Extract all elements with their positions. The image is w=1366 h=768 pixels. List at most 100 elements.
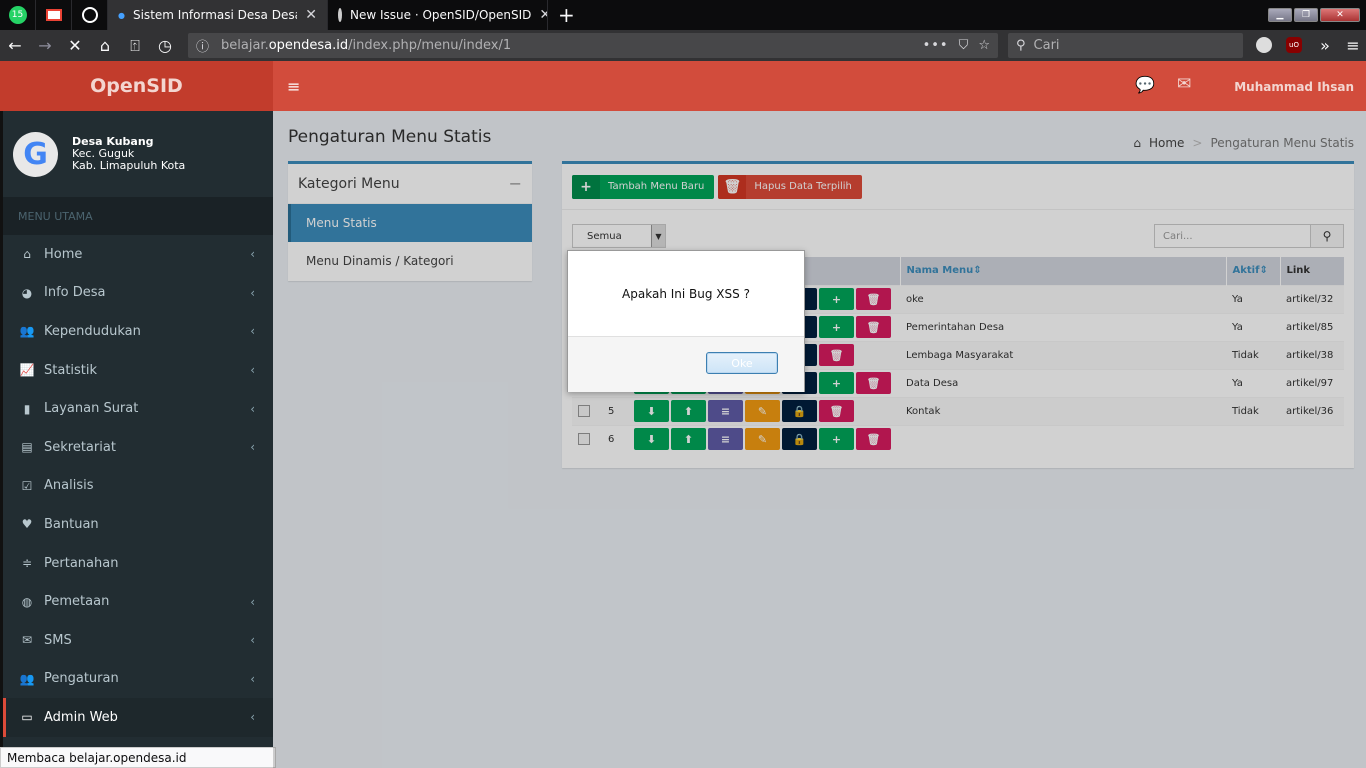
alert-dialog: Apakah Ini Bug XSS ? Oke: [567, 250, 805, 392]
envelope-icon[interactable]: ✉: [1177, 74, 1191, 94]
user-info: Desa Kubang Kec. Guguk Kab. Limapuluh Ko…: [72, 136, 185, 172]
stop-button[interactable]: ✕: [60, 31, 90, 61]
history-icon[interactable]: ◷: [150, 31, 180, 61]
sidebar-item-label: Info Desa: [44, 285, 106, 301]
pinned-tab-github[interactable]: [72, 0, 108, 30]
sidebar-item-label: Kependudukan: [44, 323, 141, 339]
sidebar-item-label: Home: [44, 246, 83, 262]
library-icon[interactable]: ⍐: [120, 31, 150, 61]
users-icon: 👥: [19, 324, 35, 339]
app-header: ≡ 💬 ✉ Muhammad Ihsan: [273, 61, 1366, 111]
ublock-icon[interactable]: uO: [1286, 37, 1302, 53]
tab-new-issue[interactable]: New Issue · OpenSID/OpenSID ✕: [328, 0, 548, 30]
url-bar[interactable]: ⓘ belajar. opendesa.id/index.php/menu/ind…: [188, 33, 998, 58]
tab-title: Sistem Informasi Desa Desa Kub: [132, 8, 297, 22]
overflow-menu-icon[interactable]: »: [1310, 30, 1340, 60]
sidebar-item-home[interactable]: ⌂ Home ‹: [3, 235, 273, 274]
pinned-tab-whatsapp[interactable]: 15: [0, 0, 36, 30]
search-placeholder: Cari: [1033, 38, 1060, 53]
archive-icon: ▤: [21, 440, 33, 455]
sidebar-item-admin-web[interactable]: ▭ Admin Web ‹: [3, 698, 273, 737]
new-tab-button[interactable]: +: [548, 0, 585, 30]
sidebar-item-layanan-surat[interactable]: ▮ Layanan Surat ‹: [3, 389, 273, 428]
sidebar-item-pemetaan[interactable]: ◍ Pemetaan ‹: [3, 582, 273, 621]
sidebar-item-kependudukan[interactable]: 👥 Kependudukan ‹: [3, 312, 273, 351]
sidebar-item-label: SMS: [44, 632, 72, 648]
chevron-left-icon: ‹: [250, 710, 255, 725]
chevron-left-icon: ‹: [250, 324, 255, 339]
dashboard-icon: ◕: [21, 285, 33, 300]
pocket-icon[interactable]: ⛉: [959, 38, 969, 53]
browser-status-bar: Membaca belajar.opendesa.id: [0, 747, 276, 768]
sidebar-item-bantuan[interactable]: ♥ Bantuan: [3, 505, 273, 544]
heart-icon: ♥: [21, 517, 33, 532]
forward-button[interactable]: →: [30, 31, 60, 61]
sidebar-item-label: Sekretariat: [44, 439, 116, 455]
extension-icon[interactable]: [1256, 37, 1272, 53]
chevron-left-icon: ‹: [250, 401, 255, 416]
sidebar-item-statistik[interactable]: 📈 Statistik ‹: [3, 351, 273, 390]
sidebar: G Desa Kubang Kec. Guguk Kab. Limapuluh …: [0, 111, 273, 768]
chevron-left-icon: ‹: [250, 247, 255, 262]
close-tab-icon[interactable]: ✕: [539, 7, 547, 23]
user-name[interactable]: Muhammad Ihsan: [1234, 80, 1354, 94]
github-icon: [81, 7, 98, 23]
app-logo[interactable]: OpenSID: [0, 61, 273, 111]
close-window-button[interactable]: ✕: [1320, 8, 1360, 22]
sidebar-item-label: Pemetaan: [44, 594, 110, 610]
sidebar-toggle-icon[interactable]: ≡: [287, 77, 300, 96]
sidebar-item-label: Bantuan: [44, 516, 99, 532]
browser-search-input[interactable]: ⚲ Cari: [1008, 33, 1243, 58]
chevron-left-icon: ‹: [250, 671, 255, 686]
sidebar-item-label: Statistik: [44, 362, 98, 378]
users-icon: 👥: [19, 671, 35, 686]
bookmark-star-icon[interactable]: ☆: [978, 38, 990, 53]
chevron-left-icon: ‹: [250, 363, 255, 378]
search-icon: ⚲: [1016, 38, 1026, 53]
avatar: G: [13, 131, 58, 177]
page-actions-icon[interactable]: •••: [923, 38, 949, 53]
book-icon: ▮: [23, 401, 31, 416]
home-icon[interactable]: ⌂: [90, 31, 120, 61]
close-tab-icon[interactable]: ✕: [305, 7, 317, 23]
envelope-icon: ✉: [21, 633, 33, 648]
sidebar-item-pengaturan[interactable]: 👥 Pengaturan ‹: [3, 660, 273, 699]
sidebar-item-label: Pengaturan: [44, 671, 119, 687]
sidebar-item-pertanahan[interactable]: ≑ Pertanahan: [3, 544, 273, 583]
chat-icon[interactable]: 💬: [1135, 75, 1155, 94]
regency-name: Kab. Limapuluh Kota: [72, 159, 186, 172]
sidebar-item-label: Admin Web: [44, 709, 118, 725]
globe-icon: ◍: [21, 594, 33, 609]
chevron-left-icon: ‹: [250, 594, 255, 609]
tab-sistem-informasi[interactable]: ● Sistem Informasi Desa Desa Kub ✕: [108, 0, 328, 30]
sidebar-item-analisis[interactable]: ☑ Analisis: [3, 467, 273, 506]
browser-tab-bar: 15 ● Sistem Informasi Desa Desa Kub ✕ Ne…: [0, 0, 1366, 30]
ok-button[interactable]: Oke: [706, 352, 778, 374]
chevron-left-icon: ‹: [250, 633, 255, 648]
info-icon[interactable]: ⓘ: [196, 36, 209, 55]
maximize-button[interactable]: ❐: [1294, 8, 1318, 22]
home-icon: ⌂: [23, 247, 31, 262]
sidebar-item-sekretariat[interactable]: ▤ Sekretariat ‹: [3, 428, 273, 467]
url-host: opendesa.id: [268, 38, 349, 53]
sliders-icon: ≑: [21, 556, 33, 571]
hamburger-menu-icon[interactable]: ≡: [1338, 30, 1366, 60]
loading-dot-icon: ●: [118, 10, 125, 20]
tab-title: New Issue · OpenSID/OpenSID: [350, 8, 532, 22]
user-panel: G Desa Kubang Kec. Guguk Kab. Limapuluh …: [3, 111, 273, 197]
pinned-tab-gmail[interactable]: [36, 0, 72, 30]
window-controls: ▁ ❐ ✕: [1268, 0, 1366, 30]
github-icon: [338, 8, 342, 22]
check-square-icon: ☑: [21, 478, 33, 493]
whatsapp-icon: 15: [8, 6, 27, 24]
sidebar-item-sms[interactable]: ✉ SMS ‹: [3, 621, 273, 660]
modal-overlay: [273, 111, 1366, 768]
sidebar-item-label: Analisis: [44, 478, 94, 494]
browser-nav-bar: ← → ✕ ⌂ ⍐ ◷ ⓘ belajar. opendesa.id/index.…: [0, 30, 1366, 61]
back-button[interactable]: ←: [0, 31, 30, 61]
chevron-left-icon: ‹: [250, 285, 255, 300]
sidebar-menu: ⌂ Home ‹ ◕ Info Desa ‹ 👥 Kependudukan ‹ 📈 Statisti…: [3, 235, 273, 737]
sidebar-item-info-desa[interactable]: ◕ Info Desa ‹: [3, 274, 273, 313]
alert-footer: Oke: [568, 337, 804, 392]
minimize-button[interactable]: ▁: [1268, 8, 1292, 22]
